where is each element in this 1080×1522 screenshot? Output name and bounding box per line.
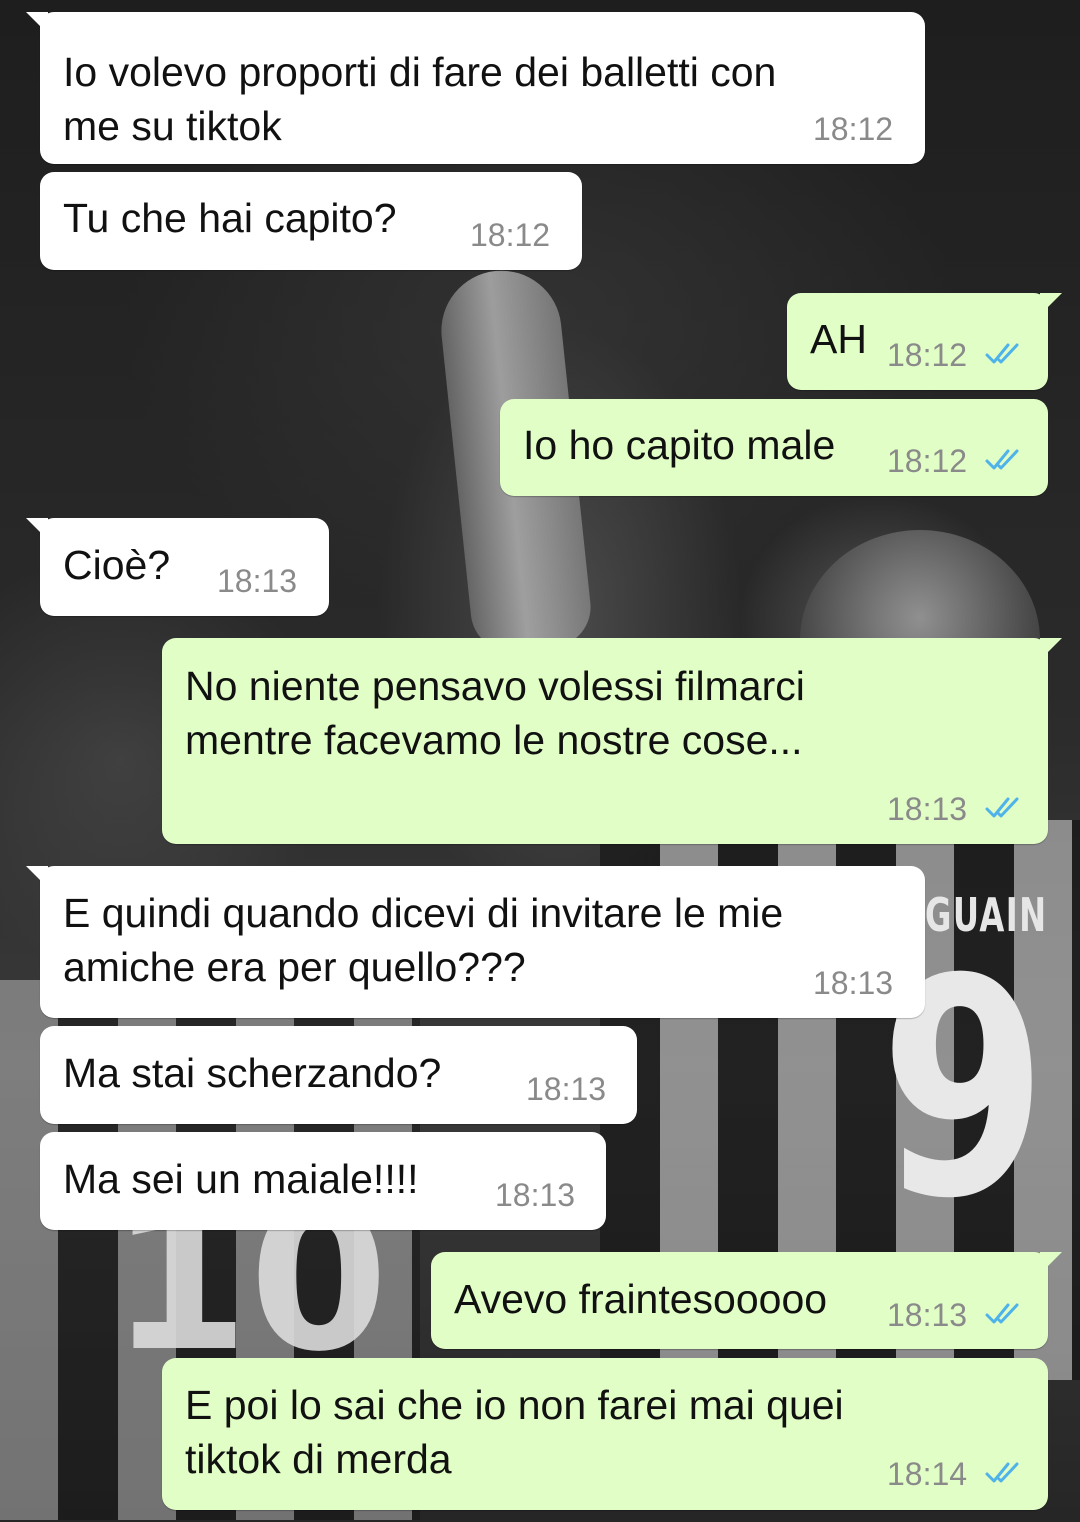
message-timestamp: 18:13 bbox=[887, 791, 968, 827]
outgoing-message[interactable]: Io ho capito male 18:12 bbox=[500, 399, 1048, 496]
message-text-line: amiche era per quello??? bbox=[63, 944, 526, 990]
message-text-line: E poi lo sai che io non farei mai quei bbox=[185, 1382, 844, 1428]
message-text-line: AH bbox=[810, 316, 867, 362]
message-text-line: E quindi quando dicevi di invitare le mi… bbox=[63, 890, 784, 936]
message-text-line: Ma sei un maiale!!!! bbox=[63, 1156, 419, 1202]
incoming-message[interactable]: Ma sei un maiale!!!! 18:13 bbox=[40, 1132, 606, 1230]
message-timestamp: 18:13 bbox=[217, 563, 298, 599]
outgoing-message[interactable]: Avevo fraintesooooo 18:13 bbox=[431, 1252, 1062, 1349]
incoming-message[interactable]: Tu che hai capito? 18:12 bbox=[40, 172, 582, 270]
message-timestamp: 18:12 bbox=[887, 337, 968, 373]
message-list[interactable]: Io volevo proporti di fare dei balletti … bbox=[0, 0, 1080, 1522]
message-timestamp: 18:14 bbox=[887, 1456, 968, 1492]
double-check-read-icon bbox=[985, 1462, 1019, 1483]
double-check-read-icon bbox=[985, 449, 1019, 470]
message-timestamp: 18:13 bbox=[887, 1297, 968, 1333]
message-text-line: No niente pensavo volessi filmarci bbox=[185, 663, 805, 709]
message-timestamp: 18:12 bbox=[813, 111, 894, 147]
message-text-line: Cioè? bbox=[63, 542, 171, 588]
incoming-message[interactable]: E quindi quando dicevi di invitare le mi… bbox=[26, 866, 925, 1018]
incoming-message[interactable]: Ma stai scherzando? 18:13 bbox=[40, 1026, 637, 1124]
message-timestamp: 18:12 bbox=[887, 443, 968, 479]
double-check-read-icon bbox=[985, 797, 1019, 818]
message-text-line: Tu che hai capito? bbox=[63, 195, 397, 241]
message-timestamp: 18:13 bbox=[495, 1177, 576, 1213]
message-text-line: me su tiktok bbox=[63, 103, 282, 149]
message-text-line: Io ho capito male bbox=[523, 422, 836, 468]
double-check-read-icon bbox=[985, 1303, 1019, 1324]
message-timestamp: 18:12 bbox=[470, 217, 551, 253]
double-check-read-icon bbox=[985, 343, 1019, 364]
outgoing-message[interactable]: AH 18:12 bbox=[787, 293, 1062, 390]
message-text-line: tiktok di merda bbox=[185, 1436, 452, 1482]
message-text-line: Avevo fraintesooooo bbox=[454, 1276, 828, 1322]
message-text-line: mentre facevamo le nostre cose... bbox=[185, 717, 803, 763]
message-timestamp: 18:13 bbox=[813, 965, 894, 1001]
message-text-line: Ma stai scherzando? bbox=[63, 1050, 442, 1096]
message-text-line: Io volevo proporti di fare dei balletti … bbox=[63, 49, 777, 95]
incoming-message[interactable]: Io volevo proporti di fare dei balletti … bbox=[26, 12, 925, 164]
outgoing-message[interactable]: No niente pensavo volessi filmarci mentr… bbox=[162, 638, 1062, 844]
incoming-message[interactable]: Cioè? 18:13 bbox=[26, 518, 329, 616]
outgoing-message[interactable]: E poi lo sai che io non farei mai quei t… bbox=[162, 1358, 1048, 1510]
message-timestamp: 18:13 bbox=[526, 1071, 607, 1107]
